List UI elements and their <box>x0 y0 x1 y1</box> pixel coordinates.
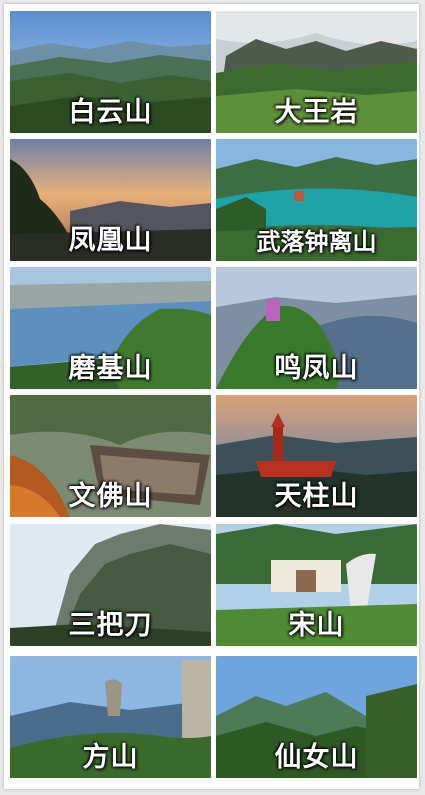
tile-label: 仙女山 <box>274 742 359 773</box>
tile-fangshan: 方山 <box>10 656 211 778</box>
tile-label: 武落钟离山 <box>256 228 377 256</box>
tile-sanbadao: 三把刀 <box>10 524 211 646</box>
tile-tianzhushan: 天柱山 <box>216 395 417 517</box>
tile-label: 鸣凤山 <box>274 353 359 384</box>
tile-label: 方山 <box>82 742 139 773</box>
tile-label: 三把刀 <box>68 610 153 641</box>
tile-songshan: 宋山 <box>216 524 417 646</box>
tile-xiannushan: 仙女山 <box>216 656 417 778</box>
tile-dawangyan: 大王岩 <box>216 11 417 133</box>
tile-label: 宋山 <box>288 610 345 641</box>
tile-mojishan: 磨基山 <box>10 267 211 389</box>
tile-fenghuangshan: 凤凰山 <box>10 139 211 261</box>
tile-label: 磨基山 <box>68 353 153 384</box>
tile-baiyunshan: 白云山 <box>10 11 211 133</box>
tile-wenfoshan: 文佛山 <box>10 395 211 517</box>
tile-mingfengshan: 鸣凤山 <box>216 267 417 389</box>
tile-label: 文佛山 <box>68 481 153 512</box>
tile-label: 凤凰山 <box>68 225 153 256</box>
photo-collage: 白云山 大王岩 凤凰山 武落钟离山 磨基山 鸣凤山 文佛山 天柱山 三把刀 宋山… <box>4 4 419 789</box>
tile-label: 天柱山 <box>274 481 359 512</box>
tile-label: 白云山 <box>68 97 153 128</box>
tile-wuluozhonglishan: 武落钟离山 <box>216 139 417 261</box>
tile-label: 大王岩 <box>274 97 359 128</box>
